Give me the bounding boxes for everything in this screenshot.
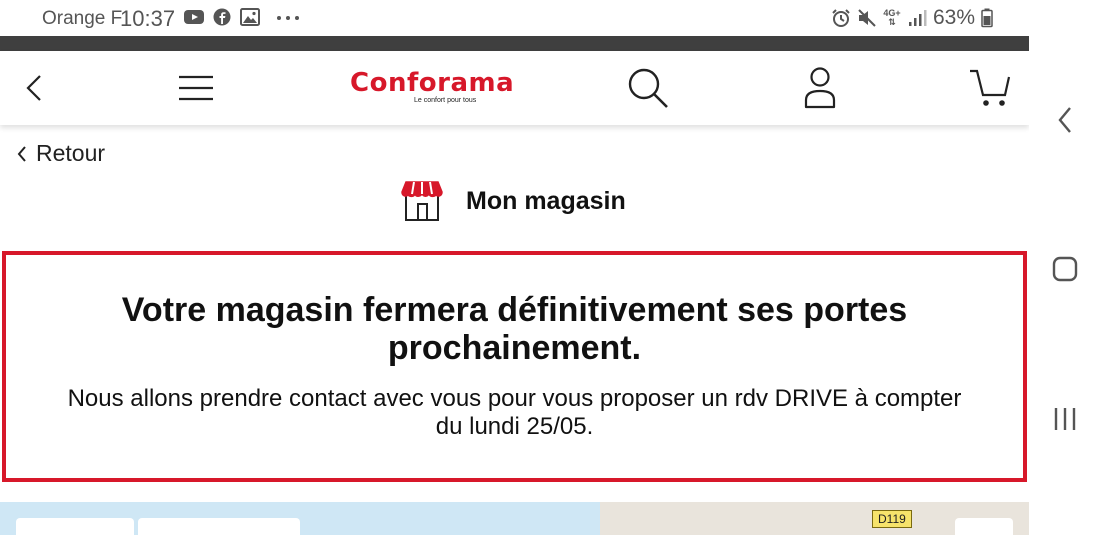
alarm-icon [832, 9, 850, 27]
logo-name: Conforama [350, 68, 515, 98]
site-header: Conforama Le confort pour tous [0, 51, 1029, 125]
recents-icon [1054, 408, 1075, 430]
battery-icon [981, 8, 993, 28]
menu-icon [179, 75, 213, 101]
more-icon [277, 16, 299, 20]
browser-top-bar [0, 36, 1029, 51]
back-arrow-icon [26, 75, 41, 101]
status-bar: Orange F 10:37 4G+ ⇅ 63% [0, 0, 1029, 36]
gallery-icon [240, 8, 260, 26]
back-arrow-button[interactable] [14, 51, 54, 125]
map-control-left[interactable] [16, 518, 134, 535]
chevron-left-icon [17, 145, 26, 162]
menu-button[interactable] [170, 51, 222, 125]
search-icon [628, 68, 668, 108]
conforama-logo[interactable]: Conforama Le confort pour tous [350, 68, 515, 109]
facebook-icon [213, 8, 231, 26]
store-map[interactable]: D119 [0, 502, 1029, 535]
nav-recents-button[interactable] [1029, 406, 1100, 432]
closure-notice: Votre magasin fermera définitivement ses… [2, 251, 1027, 482]
cart-icon [970, 69, 1011, 106]
nav-back-button[interactable] [1029, 106, 1100, 134]
back-icon [1057, 107, 1071, 133]
account-icon [804, 67, 836, 109]
logo-tagline: Le confort pour tous [414, 97, 477, 104]
notice-heading: Votre magasin fermera définitivement ses… [121, 291, 908, 367]
map-control-type[interactable] [138, 518, 300, 535]
store-header: Mon magasin [400, 180, 626, 222]
android-nav-bar [1029, 0, 1100, 535]
retour-link[interactable]: Retour [16, 140, 105, 167]
retour-label: Retour [36, 140, 106, 166]
carrier-label: Orange F [42, 8, 123, 29]
battery-percent: 63% [932, 6, 975, 29]
nav-home-button[interactable] [1029, 256, 1100, 282]
mute-icon [858, 9, 876, 27]
search-button[interactable] [622, 51, 674, 125]
signal-icon [908, 10, 927, 26]
network-icon: 4G+ ⇅ [883, 8, 901, 27]
store-title: Mon magasin [466, 186, 626, 215]
map-fullscreen-button[interactable] [955, 518, 1013, 535]
clock: 10:37 [120, 6, 176, 31]
home-icon [1052, 256, 1077, 282]
network-label: 4G+ [883, 8, 901, 18]
map-road-label: D119 [872, 510, 912, 528]
notice-body: Nous allons prendre contact avec vous po… [67, 385, 962, 440]
youtube-icon [184, 10, 204, 24]
account-button[interactable] [796, 51, 844, 125]
store-icon [401, 181, 443, 221]
cart-button[interactable] [965, 51, 1015, 125]
